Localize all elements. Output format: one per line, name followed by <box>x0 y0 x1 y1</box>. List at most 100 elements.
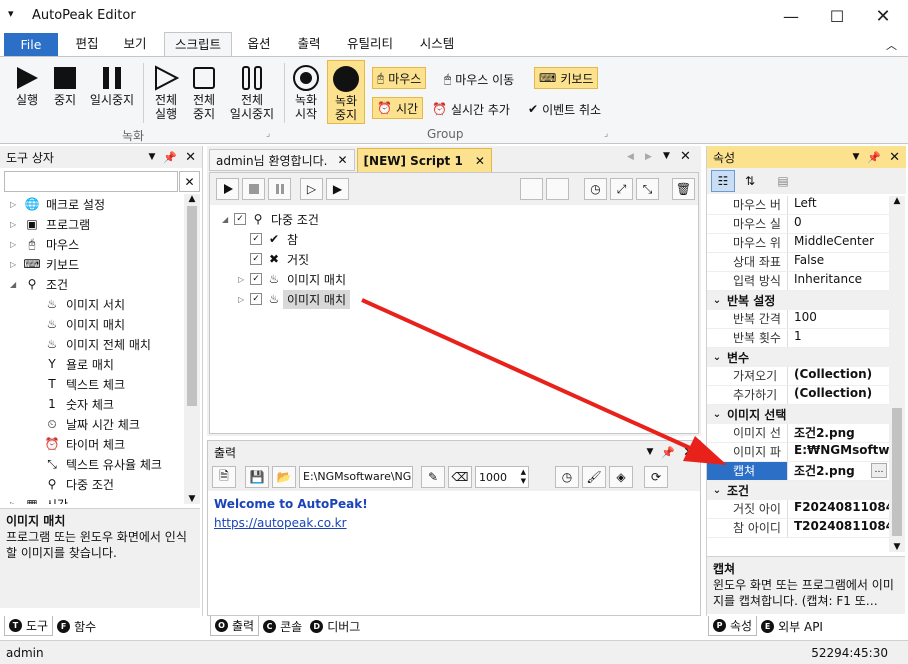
close-icon[interactable]: ✕ <box>889 150 900 165</box>
play-button[interactable] <box>216 178 239 200</box>
tab-options[interactable]: 옵션 <box>238 32 280 56</box>
node-checkbox[interactable]: ✓ <box>250 233 262 245</box>
expander-icon[interactable]: ◢ <box>10 280 22 289</box>
property-pages-icon[interactable]: ▤ <box>771 170 795 192</box>
step-play-icon[interactable]: ▷ <box>300 178 323 200</box>
clock-icon[interactable]: ◷ <box>584 178 607 200</box>
folder-icon[interactable]: 📂 <box>272 466 296 488</box>
property-value[interactable]: 0 <box>787 215 889 233</box>
script-node[interactable]: ✓ ✖ 거짓 <box>216 249 686 269</box>
categorized-icon[interactable]: ☷ <box>711 170 735 192</box>
blank-button[interactable] <box>546 178 569 200</box>
property-value[interactable]: E:₩NGMsoftware <box>787 443 889 461</box>
toolbox-item[interactable]: ♨ 이미지 서치 <box>0 294 183 314</box>
property-row[interactable]: 입력 방식 Inheritance <box>707 272 889 291</box>
property-value[interactable]: 조건2.png <box>787 424 889 442</box>
website-link[interactable]: https://autopeak.co.kr <box>214 514 694 533</box>
keyboard-toggle[interactable]: ⌨ 키보드 <box>534 67 599 89</box>
toolbox-item[interactable]: ▷ ▣ 프로그램 <box>0 214 183 234</box>
save-icon[interactable]: 💾 <box>245 466 269 488</box>
tab-functions[interactable]: F 함수 <box>53 616 100 636</box>
property-category[interactable]: ⌄ 이미지 선택 <box>707 405 889 424</box>
property-category[interactable]: ⌄ 조건 <box>707 481 889 500</box>
script-node[interactable]: ▷ ✓ ♨ 이미지 매치 <box>216 269 686 289</box>
property-value[interactable]: False <box>787 253 889 271</box>
tab-output-log[interactable]: O 출력 <box>210 616 260 636</box>
expander-icon[interactable]: ◢ <box>222 215 234 224</box>
script-node[interactable]: ✓ ✔ 참 <box>216 229 686 249</box>
toolbox-item[interactable]: T 텍스트 체크 <box>0 374 183 394</box>
event-cancel-toggle[interactable]: ✔ 이벤트 취소 <box>528 99 601 119</box>
toolbox-item[interactable]: ◢ ⚲ 조건 <box>0 274 183 294</box>
record-stop-button[interactable]: 녹화 중지 <box>327 60 365 124</box>
tab-console[interactable]: C 콘솔 <box>259 616 306 636</box>
toolbox-item[interactable]: ♨ 이미지 매치 <box>0 314 183 334</box>
maximize-button[interactable]: ☐ <box>814 0 860 32</box>
property-value[interactable]: (Collection) <box>787 367 889 385</box>
property-row[interactable]: 마우스 버 Left <box>707 196 889 215</box>
expander-icon[interactable]: ▷ <box>10 220 22 229</box>
mouse-move-toggle[interactable]: 🖱 마우스 이동 <box>444 69 514 89</box>
tab-external-api[interactable]: E 외부 API <box>757 616 827 636</box>
time-toggle[interactable]: ⏰ 시간 <box>372 97 424 119</box>
refresh-icon[interactable]: ⟳ <box>644 466 668 488</box>
stop-all-button[interactable]: 전체 중지 <box>186 63 222 121</box>
line-limit-stepper[interactable]: 1000 ▲ ▼ <box>475 466 529 488</box>
toolbox-item[interactable]: ⚲ 다중 조건 <box>0 474 183 494</box>
tab-debug[interactable]: D 디버그 <box>306 616 364 636</box>
tab-properties[interactable]: P 속성 <box>708 616 758 636</box>
tab-system[interactable]: 시스템 <box>412 32 462 56</box>
toolbox-item[interactable]: ▷ 🖰 마우스 <box>0 234 183 254</box>
scroll-right-icon[interactable]: ▶ <box>645 152 652 162</box>
close-tab-icon[interactable]: ✕ <box>337 153 347 167</box>
node-checkbox[interactable]: ✓ <box>250 293 262 305</box>
property-row[interactable]: 가져오기 (Collection) <box>707 367 889 386</box>
property-row[interactable]: 이미지 선 조건2.png <box>707 424 889 443</box>
tab-script-1[interactable]: [NEW] Script 1 ✕ <box>356 148 492 172</box>
dropdown-icon[interactable]: ▼ <box>852 152 859 162</box>
delete-icon[interactable]: 🗑 <box>672 178 695 200</box>
property-row[interactable]: 이미지 파 E:₩NGMsoftware <box>707 443 889 462</box>
collapse-icon[interactable]: ⌄ <box>707 409 727 420</box>
expand-icon[interactable]: ⤢ <box>610 178 633 200</box>
property-value[interactable]: 1 <box>787 329 889 347</box>
property-row[interactable]: 상대 좌표 False <box>707 253 889 272</box>
pause-button[interactable] <box>268 178 291 200</box>
node-checkbox[interactable]: ✓ <box>250 253 262 265</box>
property-row[interactable]: 추가하기 (Collection) <box>707 386 889 405</box>
run-button[interactable]: 실행 <box>8 63 46 107</box>
script-node[interactable]: ◢ ✓ ⚲ 다중 조건 <box>216 209 686 229</box>
close-tab-icon[interactable]: ✕ <box>475 154 485 168</box>
pin-icon[interactable]: 📌 <box>163 151 177 164</box>
property-category[interactable]: ⌄ 반복 설정 <box>707 291 889 310</box>
realtime-add-toggle[interactable]: ⏰ 실시간 추가 <box>432 99 510 119</box>
toolbox-item[interactable]: Y 욜로 매치 <box>0 354 183 374</box>
property-row[interactable]: 반복 간격 100 <box>707 310 889 329</box>
clock-icon[interactable]: ◷ <box>555 466 579 488</box>
expander-icon[interactable]: ▷ <box>238 275 250 284</box>
dropdown-icon[interactable]: ▼ <box>646 447 653 457</box>
pin-icon[interactable]: 📌 <box>661 446 675 459</box>
clear-search-button[interactable]: ✕ <box>179 171 200 192</box>
close-icon[interactable]: ✕ <box>683 445 694 460</box>
script-node[interactable]: ▷ ✓ ♨ 이미지 매치 <box>216 289 686 309</box>
close-icon[interactable]: ✕ <box>185 150 196 165</box>
expander-icon[interactable]: ▷ <box>10 260 22 269</box>
pause-all-button[interactable]: 전체 일시중지 <box>226 63 278 121</box>
dialog-launcher-icon[interactable]: ⌟ <box>266 129 270 139</box>
run-all-button[interactable]: 전체 실행 <box>148 63 184 121</box>
browse-button[interactable]: … <box>871 463 887 478</box>
toolbox-item[interactable]: ⏲ 날짜 시간 체크 <box>0 414 183 434</box>
stop-button[interactable]: 중지 <box>48 63 82 107</box>
dialog-launcher-icon[interactable]: ⌟ <box>604 129 608 139</box>
property-value[interactable]: MiddleCenter <box>787 234 889 252</box>
toolbox-search-input[interactable] <box>4 171 178 192</box>
expander-icon[interactable]: ▷ <box>10 200 22 209</box>
tab-edit[interactable]: 편집 <box>66 32 108 56</box>
dropdown-icon[interactable]: ▼ <box>148 152 155 162</box>
properties-scrollbar[interactable]: ▲ ▼ <box>889 196 905 552</box>
record-start-button[interactable]: 녹화 시작 <box>288 63 324 121</box>
property-row[interactable]: 참 아이디 T20240811084602 <box>707 519 889 538</box>
collapse-icon[interactable]: ⌄ <box>707 352 727 363</box>
tab-output[interactable]: 출력 <box>288 32 330 56</box>
